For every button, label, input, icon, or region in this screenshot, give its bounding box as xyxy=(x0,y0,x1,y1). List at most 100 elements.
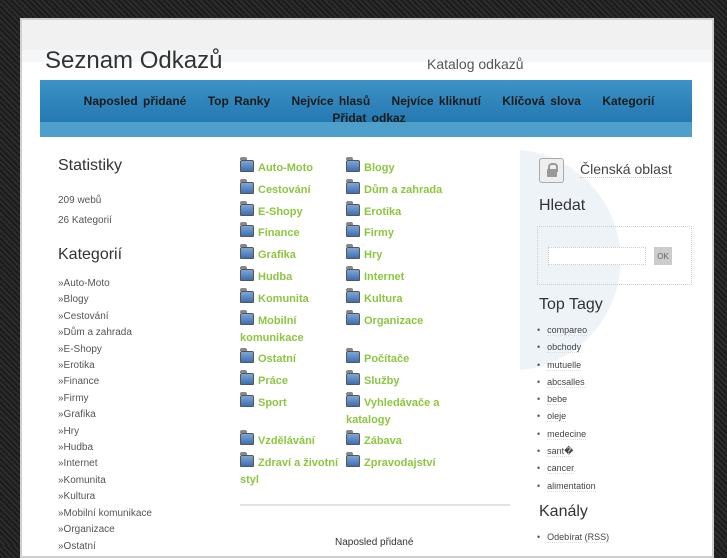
category-label[interactable]: Počítače xyxy=(364,353,409,365)
category-item[interactable]: Zdraví a životní styl xyxy=(240,452,345,488)
category-item[interactable]: Komunita xyxy=(240,288,345,308)
category-item[interactable]: Počítače xyxy=(346,348,451,368)
category-label[interactable]: Finance xyxy=(258,227,300,239)
category-label[interactable]: Sport xyxy=(258,397,287,409)
category-link[interactable]: »Komunita xyxy=(58,473,152,489)
category-label[interactable]: Auto-Moto xyxy=(258,162,313,174)
nav-keywords[interactable]: Klíčová slova xyxy=(502,94,581,108)
category-label[interactable]: Cestování xyxy=(258,184,311,196)
category-link[interactable]: »Ostatní xyxy=(58,539,152,555)
nav-add-link[interactable]: Přidat odkaz xyxy=(332,111,405,125)
category-item[interactable]: Ostatní xyxy=(240,348,345,368)
tag-link-label[interactable]: abcsalles xyxy=(547,376,585,388)
category-item[interactable]: Internet xyxy=(346,266,451,286)
search-input[interactable] xyxy=(548,247,646,265)
category-link[interactable]: »Hudba xyxy=(58,440,152,456)
category-label[interactable]: Grafika xyxy=(258,249,296,261)
category-label[interactable]: Ostatní xyxy=(258,353,296,365)
category-link[interactable]: »Blogy xyxy=(58,292,152,308)
lock-icon[interactable] xyxy=(539,158,564,183)
tag-link-label[interactable]: obchody xyxy=(547,342,582,354)
tag-link[interactable]: sant� xyxy=(537,443,596,460)
category-label[interactable]: Hry xyxy=(364,249,382,261)
tag-link[interactable]: obchody xyxy=(537,339,596,356)
category-link[interactable]: »Firmy xyxy=(58,391,152,407)
tag-link[interactable]: alimentation xyxy=(537,478,596,495)
category-label[interactable]: Organizace xyxy=(364,315,423,327)
category-item[interactable]: Hry xyxy=(346,244,451,264)
category-label[interactable]: Komunita xyxy=(258,293,309,305)
nav-most-clicks[interactable]: Nejvíce kliknutí xyxy=(392,94,481,108)
category-item[interactable]: Zábava xyxy=(346,430,451,450)
category-link[interactable]: »Mobilní komunikace xyxy=(58,506,152,522)
tag-link-label[interactable]: cancer xyxy=(547,463,575,475)
tag-link[interactable]: abcsalles xyxy=(537,374,596,391)
category-item[interactable]: Hudba xyxy=(240,266,345,286)
nav-recent[interactable]: Naposled přidané xyxy=(84,94,187,108)
category-link[interactable]: »Kultura xyxy=(58,489,152,505)
category-item[interactable]: Dům a zahrada xyxy=(346,179,451,199)
category-item[interactable]: Auto-Moto xyxy=(240,157,345,177)
category-link[interactable]: »Grafika xyxy=(58,407,152,423)
rss-link[interactable]: Odebírat (RSS) xyxy=(537,529,610,546)
category-link[interactable]: »Hry xyxy=(58,424,152,440)
category-item[interactable]: Zpravodajství xyxy=(346,452,451,472)
category-item[interactable]: Cestování xyxy=(240,179,345,199)
category-item[interactable]: Firmy xyxy=(346,222,451,242)
category-item[interactable]: Práce xyxy=(240,370,345,390)
category-item[interactable]: Vzdělávání xyxy=(240,430,345,450)
category-label[interactable]: Firmy xyxy=(364,227,394,239)
tag-link[interactable]: mutuelle xyxy=(537,357,596,374)
category-label[interactable]: Dům a zahrada xyxy=(364,184,442,196)
category-item[interactable]: Grafika xyxy=(240,244,345,264)
tag-link-label[interactable]: compareo xyxy=(547,325,588,336)
category-label[interactable]: Zpravodajství xyxy=(364,457,436,469)
category-item[interactable]: Vyhledávače a katalogy xyxy=(346,392,451,428)
category-link[interactable]: »Organizace xyxy=(58,522,152,538)
category-label[interactable]: Erotika xyxy=(364,206,401,218)
nav-top-ranks[interactable]: Top Ranky xyxy=(208,94,270,108)
nav-most-votes[interactable]: Nejvíce hlasů xyxy=(291,94,370,108)
category-link[interactable]: »Internet xyxy=(58,456,152,472)
category-label[interactable]: E-Shopy xyxy=(258,206,303,218)
member-area-link[interactable]: Členská oblast xyxy=(580,161,672,178)
category-label[interactable]: Hudba xyxy=(258,271,292,283)
category-label[interactable]: Služby xyxy=(364,375,399,387)
category-link[interactable]: »Erotika xyxy=(58,358,152,374)
tag-link-label[interactable]: medecine xyxy=(547,428,587,440)
tag-link[interactable]: cancer xyxy=(537,460,596,477)
category-label[interactable]: Vzdělávání xyxy=(258,435,315,447)
category-link[interactable]: »Dům a zahrada xyxy=(58,325,152,341)
category-label[interactable]: Zdraví a životní styl xyxy=(240,457,338,486)
category-item[interactable]: Organizace xyxy=(346,310,451,330)
category-label[interactable]: Kultura xyxy=(364,293,403,305)
category-label[interactable]: Blogy xyxy=(364,162,395,174)
tag-link[interactable]: bebe xyxy=(537,391,596,408)
category-item[interactable]: Blogy xyxy=(346,157,451,177)
category-link[interactable]: »Finance xyxy=(58,374,152,390)
category-label[interactable]: Práce xyxy=(258,375,288,387)
category-link[interactable]: »E-Shopy xyxy=(58,342,152,358)
category-label[interactable]: Zábava xyxy=(364,435,402,447)
rss-link-label[interactable]: Odebírat (RSS) xyxy=(547,532,610,543)
category-item[interactable]: Sport xyxy=(240,392,345,412)
category-item[interactable]: Služby xyxy=(346,370,451,390)
tag-link-label[interactable]: sant� xyxy=(547,446,574,458)
tag-link[interactable]: oleje xyxy=(537,408,596,425)
tag-link-label[interactable]: alimentation xyxy=(547,480,596,492)
category-label[interactable]: Vyhledávače a katalogy xyxy=(346,397,439,426)
tag-link[interactable]: medecine xyxy=(537,426,596,443)
category-item[interactable]: Kultura xyxy=(346,288,451,308)
site-title[interactable]: Seznam Odkazů xyxy=(45,47,222,75)
tag-link[interactable]: compareo xyxy=(537,322,596,339)
category-item[interactable]: E-Shopy xyxy=(240,201,345,221)
nav-categories[interactable]: Kategorií xyxy=(602,94,654,108)
category-link[interactable]: »Auto-Moto xyxy=(58,276,152,292)
tag-link-label[interactable]: bebe xyxy=(547,394,568,406)
category-item[interactable]: Erotika xyxy=(346,201,451,221)
category-item[interactable]: Mobilní komunikace xyxy=(240,310,345,346)
category-link[interactable]: »Cestování xyxy=(58,309,152,325)
search-ok-button[interactable]: OK xyxy=(654,247,672,265)
category-label[interactable]: Internet xyxy=(364,271,404,283)
tag-link-label[interactable]: mutuelle xyxy=(547,359,582,371)
